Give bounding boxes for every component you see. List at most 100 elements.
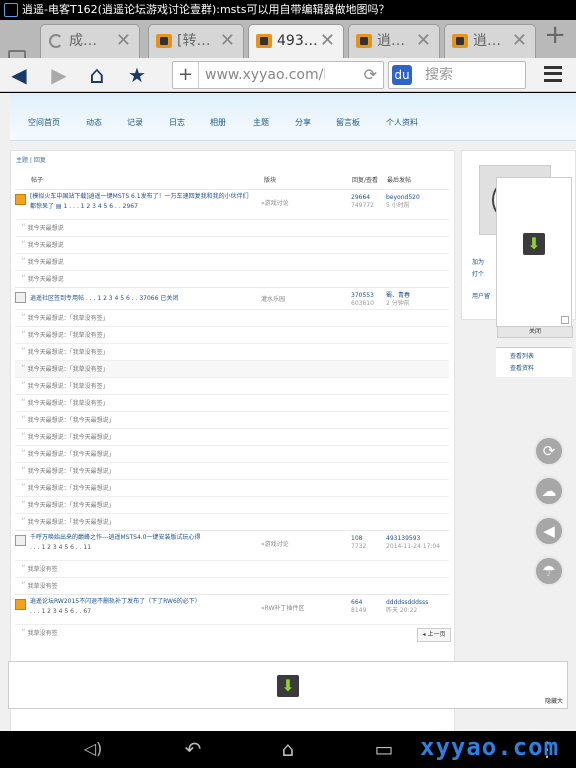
side-menu: 查看列表 查看资料 [496, 347, 572, 377]
thread-title[interactable]: [模拟火车中国站下载]逍遥一键MSTS 6.1发布了！一万车速回复我和我的小伙伴… [30, 192, 252, 212]
breadcrumb[interactable]: 主题 | 回复 [16, 155, 46, 164]
reply-row[interactable]: “我今天最想说：「我今天最想说」 [15, 411, 449, 428]
reply-row[interactable]: “我今天最想说 [15, 253, 449, 270]
reply-row[interactable]: “我今天最想说 [15, 270, 449, 287]
thread-forum[interactable]: »RW补丁插件区 [261, 603, 305, 612]
reply-row[interactable]: “我今天最想说：「我草没有签」 [15, 394, 449, 411]
thread-row[interactable]: 千呼万唤始出来的巅峰之作---逍遥MSTS4.0一键安装版试玩心得 . . . 1… [15, 530, 449, 560]
reply-row[interactable]: “我草没有签 [15, 560, 449, 577]
reply-row[interactable]: “我草没有签 [15, 577, 449, 594]
last-user[interactable]: 蜀、青春 [386, 292, 410, 299]
nav-share[interactable]: 分享 [295, 117, 311, 128]
thread-row[interactable]: [模拟火车中国站下载]逍遥一键MSTS 6.1发布了！一万车速回复我和我的小伙伴… [15, 189, 449, 219]
back-nav-icon[interactable]: ↶ [176, 738, 210, 760]
reply-row[interactable]: “我今天最想说：「我今天最想说」 [15, 479, 449, 496]
close-tab-icon[interactable]: ✕ [116, 25, 131, 57]
resize-handle[interactable] [561, 316, 569, 324]
tab-2[interactable]: [转… ✕ [148, 24, 244, 58]
refresh-float-button[interactable]: ⟳ [534, 436, 564, 466]
close-tab-icon[interactable]: ✕ [416, 25, 431, 57]
nav-profile[interactable]: 个人资料 [386, 117, 418, 128]
thread-forum[interactable]: 灌水乐园 [261, 294, 285, 303]
reply-row[interactable]: “我今天最想说：「我草没有签」 [15, 360, 449, 377]
nav-activity[interactable]: 动态 [86, 117, 102, 128]
reply-row[interactable]: “我今天最想说：「我今天最想说」 [15, 428, 449, 445]
thread-title[interactable]: 逍遥论坛RW2015不闪退不删轨补丁发布了（下了RW6的必下） . . . 1 2… [30, 597, 252, 617]
reply-text: 我草没有签 [27, 566, 58, 573]
nav-topics[interactable]: 主题 [253, 117, 269, 128]
reply-row[interactable]: “我今天最想说：「我草没有签」 [15, 377, 449, 394]
thread-title-text[interactable]: 逍遥论坛RW2015不闪退不删轨补丁发布了（下了RW6的必下） [30, 598, 201, 605]
home-icon[interactable]: ⌂ [84, 62, 110, 88]
reply-row[interactable]: “我草没有签 [15, 624, 449, 641]
close-tab-icon[interactable]: ✕ [512, 25, 527, 57]
reload-icon[interactable]: ⟳ [364, 62, 377, 88]
view-list-link[interactable]: 查看列表 [510, 351, 534, 360]
tab-1[interactable]: 成… ✕ [40, 24, 140, 58]
search-box[interactable]: du 搜索 [388, 61, 526, 89]
reply-text: 我今天最想说：「我草没有签」 [27, 400, 109, 407]
add-friend-link[interactable]: 加为 [472, 257, 484, 266]
thread-title-text[interactable]: 千呼万唤始出来的巅峰之作---逍遥MSTS4.0一键安装版试玩心得 [30, 534, 201, 541]
nav-album[interactable]: 相册 [210, 117, 226, 128]
thread-stats: 29664 749772 [351, 194, 374, 210]
thread-forum[interactable]: »游戏讨论 [261, 198, 289, 207]
reply-row[interactable]: “我今天最想说：「我草没有签」 [15, 326, 449, 343]
reply-row[interactable]: “我今天最想说：「我今天最想说」 [15, 445, 449, 462]
close-tab-icon[interactable]: ✕ [320, 25, 335, 57]
thread-title[interactable]: 逍遥社区签到专用帖 . . . 1 2 3 4 5 6 . . 37066 已关… [30, 294, 252, 304]
thread-forum[interactable]: »游戏讨论 [261, 539, 289, 548]
download-arrow-icon[interactable] [523, 233, 545, 255]
tab-3-active[interactable]: 493… ✕ [248, 24, 344, 58]
last-user[interactable]: 493139593 [386, 535, 420, 542]
thread-row[interactable]: 逍遥社区签到专用帖 . . . 1 2 3 4 5 6 . . 37066 已关… [15, 287, 449, 309]
hide-ad-link[interactable]: 隐藏大 [545, 696, 563, 705]
reply-row[interactable]: “我今天最想说：「我今天最想说」 [15, 513, 449, 530]
url-text[interactable]: www.xyyao.com/hc 颶 [205, 62, 325, 88]
reply-row[interactable]: “我今天最想说 [15, 236, 449, 253]
thread-title[interactable]: 千呼万唤始出来的巅峰之作---逍遥MSTS4.0一键安装版试玩心得 . . . 1… [30, 533, 252, 553]
reply-row[interactable]: “我今天最想说：「我今天最想说」 [15, 462, 449, 479]
search-engine-icon[interactable]: du [392, 65, 412, 85]
reply-text: 我今天最想说：「我今天最想说」 [27, 417, 115, 424]
prev-page-button[interactable]: ◂ 上一页 [417, 628, 451, 642]
nav-records[interactable]: 记录 [127, 117, 143, 128]
recent-apps-icon[interactable]: ▭ [367, 738, 401, 760]
add-bookmark-icon[interactable]: + [173, 62, 199, 88]
reply-row[interactable]: “我今天最想说：「我今天最想说」 [15, 496, 449, 513]
watermark-logo: xyyao.com [420, 733, 560, 761]
back-float-button[interactable]: ◀ [534, 516, 564, 546]
view-profile-link[interactable]: 查看资料 [510, 363, 534, 372]
reply-row[interactable]: “我今天最想说：「我草没有签」 [15, 309, 449, 326]
download-arrow-icon[interactable]: ⬇ [277, 675, 299, 697]
last-user[interactable]: ddddssdddsss [386, 599, 428, 606]
bookmark-star-icon[interactable]: ★ [124, 62, 150, 88]
popup-close-button[interactable]: 关闭 [497, 326, 573, 338]
back-icon[interactable]: ◀ [6, 62, 32, 88]
thread-stats: 108 7732 [351, 535, 366, 551]
volume-icon[interactable]: ◁) [76, 738, 110, 760]
thread-pages[interactable]: . . . 1 2 3 4 5 6 . . 11 [30, 544, 91, 551]
tab-label: [转… [177, 33, 211, 49]
home-nav-icon[interactable]: ⌂ [271, 738, 305, 760]
greet-link[interactable]: 打个 [472, 269, 484, 278]
close-tab-icon[interactable]: ✕ [220, 25, 235, 57]
menu-icon[interactable] [544, 66, 562, 82]
umbrella-float-button[interactable]: ☂ [534, 556, 564, 586]
thread-pages[interactable]: . . . 1 2 3 4 5 6 . . 67 [30, 608, 91, 615]
last-user[interactable]: beyond520 [386, 194, 420, 201]
reply-row[interactable]: “我今天最想说 [15, 219, 449, 236]
reply-row[interactable]: “我今天最想说：「我草没有签」 [15, 343, 449, 360]
nav-space-home[interactable]: 空间首页 [28, 117, 60, 128]
tab-4[interactable]: 逍… ✕ [348, 24, 440, 58]
nav-guestbook[interactable]: 留言板 [336, 117, 360, 128]
new-tab-button[interactable]: + [544, 20, 566, 50]
reply-text: 我今天最想说 [27, 259, 64, 266]
user-guestbook-link[interactable]: 用户留 [472, 291, 490, 300]
forward-icon[interactable]: ▶ [46, 62, 72, 88]
nav-blog[interactable]: 日志 [169, 117, 185, 128]
cloud-float-button[interactable]: ☁ [534, 476, 564, 506]
thread-row[interactable]: 逍遥论坛RW2015不闪退不删轨补丁发布了（下了RW6的必下） . . . 1 2… [15, 594, 449, 624]
tab-5[interactable]: 逍… ✕ [444, 24, 536, 58]
address-bar[interactable]: + www.xyyao.com/hc 颶 ⟳ [172, 61, 384, 89]
